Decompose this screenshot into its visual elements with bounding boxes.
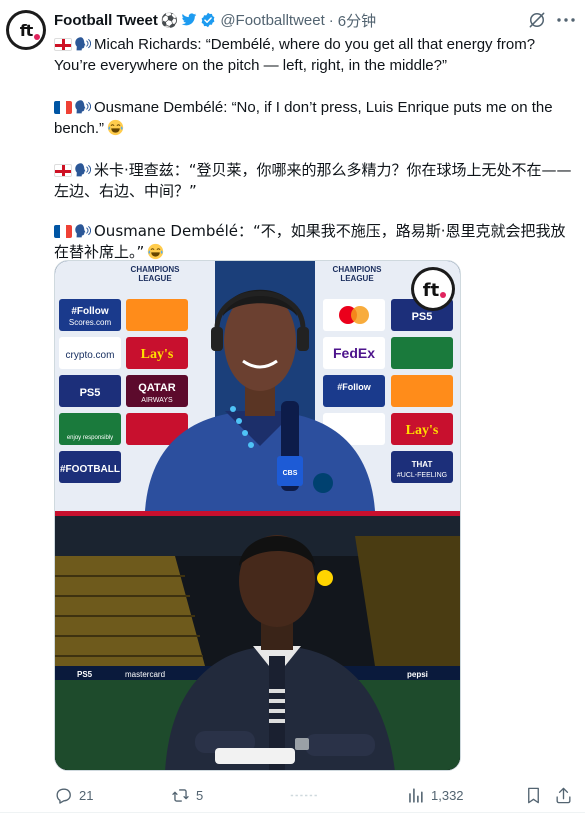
speaking-head-icon [75, 163, 91, 177]
svg-text:pepsi: pepsi [407, 670, 428, 679]
svg-text:AIRWAYS: AIRWAYS [141, 397, 173, 404]
media-photo-pundit: PS5 mastercard pepsi [55, 516, 460, 770]
share-button[interactable] [554, 784, 573, 806]
tweet-paragraph-2: Ousmane Dembélé: “No, if I don’t press, … [54, 97, 574, 139]
ft-watermark-logo: ft [411, 267, 455, 311]
svg-text:Scores.com: Scores.com [69, 318, 112, 327]
interview-backdrop: CHAMPIONS LEAGUE #Follow Scores.com cryp… [55, 261, 460, 511]
svg-text:Lay's: Lay's [141, 347, 174, 362]
tweet-card[interactable]: ft Football Tweet ⚽ @Footballtweet · 6分钟… [0, 0, 585, 813]
svg-text:CBS: CBS [283, 470, 298, 477]
svg-text:FedEx: FedEx [333, 345, 375, 361]
more-options-icon[interactable] [556, 14, 576, 26]
twitter-bird-icon [181, 13, 197, 26]
views-chart-icon [409, 787, 423, 803]
svg-text:crypto.com: crypto.com [66, 350, 115, 361]
verified-badge-icon [201, 12, 215, 28]
tweet-paragraph-1: Micah Richards: “Dembélé, where do you g… [54, 34, 574, 76]
tweet-paragraph-2-text: Ousmane Dembélé: “No, if I don’t press, … [54, 99, 553, 137]
svg-text:CHAMPIONS: CHAMPIONS [333, 265, 383, 274]
like-button[interactable] [287, 784, 329, 806]
svg-text:mastercard: mastercard [125, 670, 165, 679]
media-photo-interview: CHAMPIONS LEAGUE #Follow Scores.com cryp… [55, 261, 460, 511]
author-name[interactable]: Football Tweet [54, 12, 158, 29]
svg-text:#Follow: #Follow [71, 306, 108, 317]
reply-icon [56, 787, 71, 804]
bookmark-button[interactable] [524, 784, 543, 806]
header-separator: · [328, 11, 334, 29]
svg-text:LEAGUE: LEAGUE [138, 274, 172, 283]
avatar-logo-text: ft [19, 20, 34, 40]
retweet-button[interactable]: 5 [171, 784, 203, 806]
england-flag-icon [54, 38, 72, 51]
reply-button[interactable]: 21 [54, 784, 93, 806]
tweet-paragraph-3: 米卡·理查兹：“登贝莱，你哪来的那么多精力？你在球场上无处不在——左边、右边、中… [54, 160, 574, 202]
views-button[interactable]: 1,332 [406, 784, 464, 806]
france-flag-icon [54, 225, 72, 238]
svg-text:LEAGUE: LEAGUE [340, 274, 374, 283]
tweet-paragraph-4: Ousmane Dembélé：“不，如果我不施压，路易斯·恩里克就会把我放在替… [54, 221, 574, 263]
avatar-logo-dot [34, 34, 40, 40]
tweet-time[interactable]: 6分钟 [338, 10, 376, 31]
grok-icon[interactable] [527, 10, 547, 30]
author-handle[interactable]: @Footballtweet [220, 12, 324, 29]
svg-text:Lay's: Lay's [406, 423, 439, 438]
soccer-ball-icon: ⚽ [160, 11, 179, 28]
england-flag-icon [54, 164, 72, 177]
author-avatar[interactable]: ft [6, 10, 46, 50]
speaking-head-icon [75, 37, 91, 51]
svg-text:CHAMPIONS: CHAMPIONS [131, 265, 181, 274]
svg-text:enjoy responsibly: enjoy responsibly [67, 435, 113, 441]
tears-of-joy-emoji-icon [148, 243, 164, 260]
tweet-paragraph-3-text: 米卡·理查兹：“登贝莱，你哪来的那么多精力？你在球场上无处不在——左边、右边、中… [54, 161, 572, 200]
svg-text:QATAR: QATAR [138, 382, 176, 394]
speaking-head-icon [75, 224, 91, 238]
tweet-actions: 21 5 1,332 [54, 784, 574, 806]
svg-text:#Follow: #Follow [337, 382, 371, 392]
svg-text:PS5: PS5 [80, 387, 101, 399]
tears-of-joy-emoji-icon [107, 119, 124, 136]
views-count: 1,332 [431, 787, 464, 803]
tweet-text: Micah Richards: “Dembélé, where do you g… [54, 34, 574, 263]
france-flag-icon [54, 101, 72, 114]
retweet-icon [172, 788, 189, 802]
svg-text:#UCL-FEELING: #UCL-FEELING [397, 472, 447, 479]
studio-scene: PS5 mastercard pepsi [55, 516, 460, 770]
tweet-paragraph-1-text: Micah Richards: “Dembélé, where do you g… [54, 36, 536, 74]
retweet-count: 5 [196, 787, 204, 803]
bookmark-icon [528, 787, 539, 803]
share-icon [556, 787, 571, 803]
svg-text:PS5: PS5 [77, 670, 93, 679]
tweet-paragraph-4-text: Ousmane Dembélé：“不，如果我不施压，路易斯·恩里克就会把我放在替… [54, 222, 566, 261]
svg-text:THAT: THAT [412, 460, 433, 469]
tweet-media[interactable]: CHAMPIONS LEAGUE #Follow Scores.com cryp… [54, 260, 461, 771]
speaking-head-icon [75, 100, 91, 114]
reply-count: 21 [79, 787, 94, 803]
svg-text:ft: ft [423, 280, 440, 301]
dotted-placeholder-icon [290, 794, 320, 796]
tweet-header: Football Tweet ⚽ @Footballtweet · 6分钟 [54, 10, 525, 30]
svg-text:#FOOTBALL: #FOOTBALL [60, 464, 120, 475]
svg-text:PS5: PS5 [412, 311, 433, 323]
avatar-logo: ft [9, 13, 43, 47]
